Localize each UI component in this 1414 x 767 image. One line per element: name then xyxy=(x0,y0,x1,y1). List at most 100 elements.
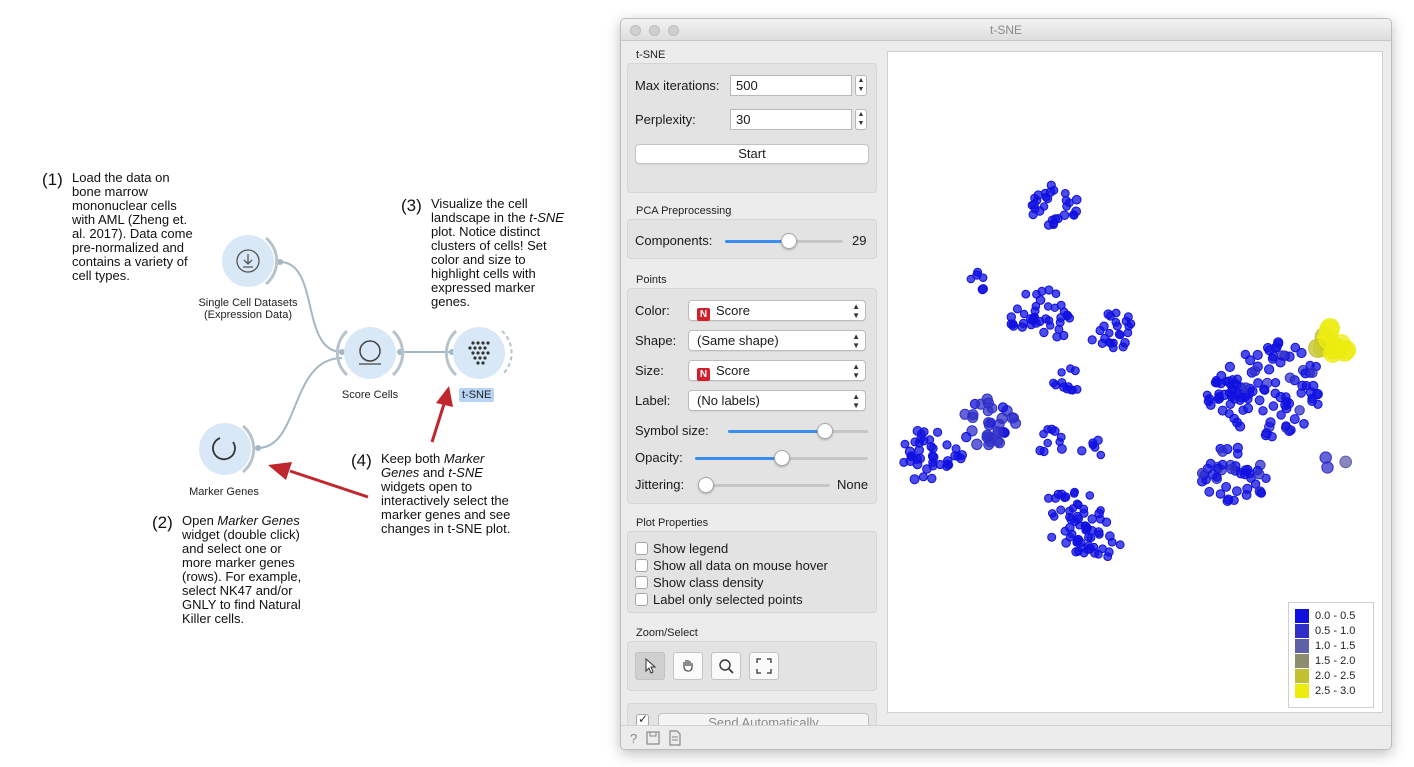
data-point[interactable] xyxy=(1073,535,1083,544)
data-point[interactable] xyxy=(1256,488,1267,498)
data-point[interactable] xyxy=(1232,388,1243,399)
data-point[interactable] xyxy=(1224,361,1235,372)
data-point[interactable] xyxy=(966,274,976,284)
data-point[interactable] xyxy=(1083,545,1093,555)
data-point[interactable] xyxy=(1086,533,1096,543)
data-point[interactable] xyxy=(1103,552,1113,562)
slider-handle[interactable] xyxy=(817,423,833,439)
data-point[interactable] xyxy=(1112,321,1122,331)
data-point[interactable] xyxy=(1056,505,1066,515)
node-marker-genes[interactable] xyxy=(199,423,256,475)
data-point[interactable] xyxy=(1107,537,1117,547)
data-point[interactable] xyxy=(1071,547,1081,557)
data-point[interactable] xyxy=(1275,357,1286,368)
data-point[interactable] xyxy=(1070,487,1079,497)
pointer-tool-button[interactable] xyxy=(635,652,665,680)
shape-select[interactable]: (Same shape) ▲ ▼ xyxy=(688,330,866,351)
data-point[interactable] xyxy=(1270,378,1281,388)
data-point[interactable] xyxy=(1043,425,1052,434)
data-point[interactable] xyxy=(1033,190,1044,200)
data-point[interactable] xyxy=(1197,467,1208,479)
data-point[interactable] xyxy=(1254,395,1265,406)
data-point[interactable] xyxy=(1017,322,1028,332)
data-point[interactable] xyxy=(1253,468,1265,480)
max-iterations-input[interactable]: 500 xyxy=(730,75,852,96)
data-point[interactable] xyxy=(992,436,1004,447)
data-point[interactable] xyxy=(927,473,937,484)
data-point[interactable] xyxy=(1019,309,1029,319)
slider-handle[interactable] xyxy=(698,477,714,493)
data-point[interactable] xyxy=(1226,463,1237,475)
data-point[interactable] xyxy=(1264,364,1275,375)
save-icon[interactable] xyxy=(645,730,661,746)
data-point[interactable] xyxy=(1093,527,1104,538)
data-point[interactable] xyxy=(1331,334,1352,355)
data-point[interactable] xyxy=(1066,514,1076,525)
report-icon[interactable] xyxy=(667,730,683,746)
data-point[interactable] xyxy=(1212,472,1222,482)
data-point[interactable] xyxy=(1008,412,1020,424)
help-icon[interactable]: ? xyxy=(627,730,643,746)
data-point[interactable] xyxy=(1294,405,1305,416)
data-point[interactable] xyxy=(1037,286,1047,296)
data-point[interactable] xyxy=(1043,220,1054,230)
data-point[interactable] xyxy=(1043,438,1052,448)
data-point[interactable] xyxy=(981,431,993,443)
data-point[interactable] xyxy=(1116,330,1125,340)
slider-handle[interactable] xyxy=(781,233,797,249)
data-point[interactable] xyxy=(1320,318,1340,338)
data-point[interactable] xyxy=(971,438,983,450)
data-point[interactable] xyxy=(927,451,938,461)
data-point[interactable] xyxy=(1057,378,1067,388)
data-point[interactable] xyxy=(1124,321,1134,331)
data-point[interactable] xyxy=(1233,449,1243,459)
data-point[interactable] xyxy=(1238,405,1248,415)
data-point[interactable] xyxy=(1339,455,1353,469)
data-point[interactable] xyxy=(1085,491,1095,500)
data-point[interactable] xyxy=(1101,517,1112,527)
pan-tool-button[interactable] xyxy=(673,652,703,680)
data-point[interactable] xyxy=(919,427,929,437)
data-point[interactable] xyxy=(1276,410,1286,420)
data-point[interactable] xyxy=(1217,405,1228,416)
data-point[interactable] xyxy=(1307,393,1317,404)
data-point[interactable] xyxy=(1212,377,1223,388)
data-point[interactable] xyxy=(1050,214,1061,224)
data-point[interactable] xyxy=(1045,187,1056,197)
data-point[interactable] xyxy=(1059,307,1069,316)
data-point[interactable] xyxy=(1031,301,1041,311)
data-point[interactable] xyxy=(981,393,993,405)
data-point[interactable] xyxy=(1299,419,1309,429)
data-point[interactable] xyxy=(918,472,928,482)
data-point[interactable] xyxy=(1093,435,1103,445)
zoom-tool-button[interactable] xyxy=(711,652,741,680)
data-point[interactable] xyxy=(1221,482,1232,492)
data-point[interactable] xyxy=(1039,202,1049,211)
perplexity-input[interactable]: 30 xyxy=(730,109,852,130)
window-titlebar[interactable]: t-SNE xyxy=(621,19,1391,41)
data-point[interactable] xyxy=(1035,445,1045,456)
data-point[interactable] xyxy=(997,402,1009,413)
data-point[interactable] xyxy=(967,411,979,423)
data-point[interactable] xyxy=(1081,525,1091,535)
data-point[interactable] xyxy=(1217,459,1228,470)
data-point[interactable] xyxy=(1069,210,1079,220)
data-point[interactable] xyxy=(1217,446,1228,457)
data-point[interactable] xyxy=(1097,338,1107,348)
components-slider[interactable] xyxy=(725,233,843,249)
data-point[interactable] xyxy=(1204,486,1215,497)
jittering-slider[interactable] xyxy=(698,477,830,493)
data-point[interactable] xyxy=(1012,304,1022,314)
data-point[interactable] xyxy=(1203,396,1214,407)
data-point[interactable] xyxy=(1055,437,1064,446)
data-point[interactable] xyxy=(1290,342,1301,353)
data-point[interactable] xyxy=(1281,421,1291,431)
slider-handle[interactable] xyxy=(774,450,790,466)
data-point[interactable] xyxy=(1070,366,1080,376)
data-point[interactable] xyxy=(1118,342,1128,352)
data-point[interactable] xyxy=(1219,389,1230,400)
start-button[interactable]: Start xyxy=(635,144,869,164)
data-point[interactable] xyxy=(1047,532,1057,542)
data-point[interactable] xyxy=(942,440,952,450)
data-point[interactable] xyxy=(909,474,920,485)
